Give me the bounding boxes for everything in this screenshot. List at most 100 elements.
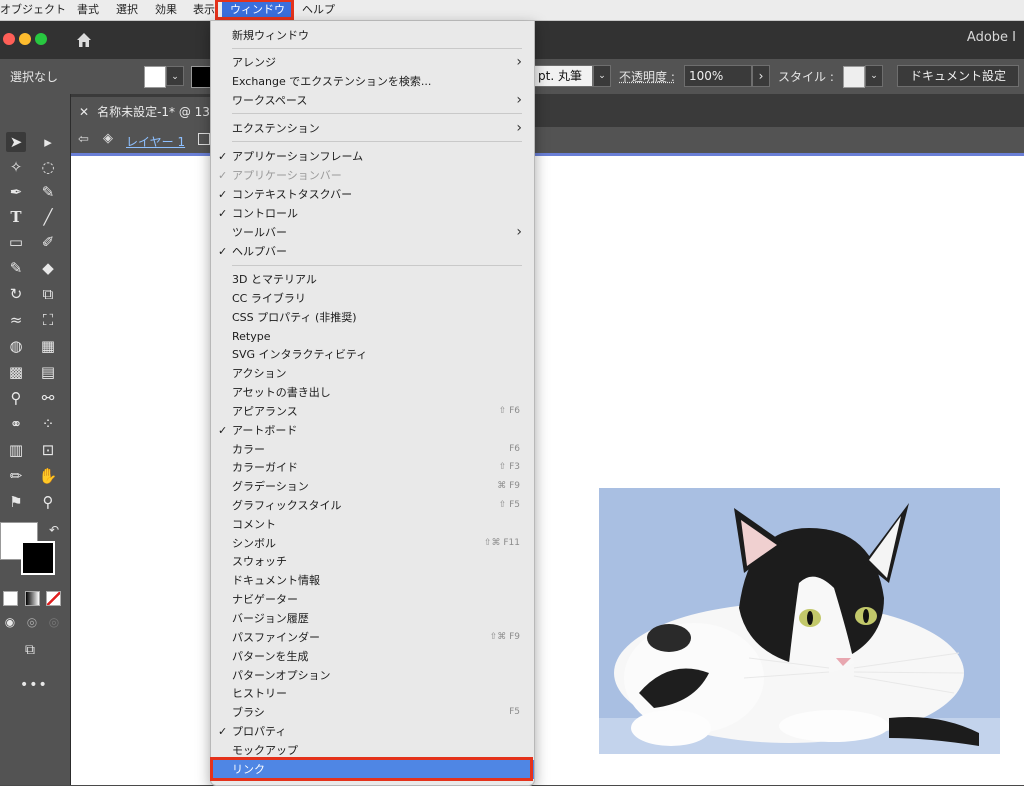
menu-item[interactable]: アセットの書き出し <box>211 383 534 402</box>
menu-item[interactable]: パスファインダー ⇧⌘ F9 <box>211 628 534 647</box>
menu-item[interactable]: アクション <box>211 364 534 383</box>
swap-fill-stroke-icon[interactable]: ↶ <box>44 520 64 540</box>
color-mode-icon[interactable] <box>3 591 18 606</box>
back-arrow-icon[interactable]: ⇦ <box>78 132 89 147</box>
menu-item[interactable]: ✓ プロパティ <box>211 722 534 741</box>
cat-photo[interactable] <box>599 488 1000 754</box>
free-transform-tool-icon[interactable]: ⛶ <box>38 310 58 330</box>
none-mode-icon[interactable] <box>46 591 61 606</box>
opacity-arrow-icon[interactable]: › <box>752 65 770 87</box>
menu-item[interactable]: カラー F6 <box>211 440 534 459</box>
shaper-tool-icon[interactable]: ✎ <box>6 258 26 278</box>
perspective-grid-tool-icon[interactable]: ▦ <box>38 336 58 356</box>
menu-item[interactable]: グラデーション ⌘ F9 <box>211 477 534 496</box>
rotate-tool-icon[interactable]: ↻ <box>6 284 26 304</box>
shape-builder-tool-icon[interactable]: ◍ <box>6 336 26 356</box>
measure-tool-icon[interactable]: ⚯ <box>38 388 58 408</box>
menu-help[interactable]: ヘルプ <box>302 0 335 20</box>
menu-item[interactable]: ✓ ヘルプバー <box>211 242 534 261</box>
blend-tool-icon[interactable]: ⚭ <box>6 414 26 434</box>
pen-tool-icon[interactable]: ✒ <box>6 182 26 202</box>
screen-mode-icon[interactable]: ⧉ <box>20 640 40 660</box>
eraser-tool-icon[interactable]: ◆ <box>38 258 58 278</box>
zoom-tool-icon[interactable]: ⚲ <box>38 492 58 512</box>
menu-object[interactable]: オブジェクト <box>0 0 66 20</box>
menu-item[interactable]: 新規ウィンドウ <box>211 26 534 45</box>
menu-item[interactable]: エクステンション › <box>211 119 534 138</box>
close-window-button[interactable] <box>3 33 15 45</box>
menu-item[interactable]: ✓ アートボード <box>211 421 534 440</box>
menu-type[interactable]: 書式 <box>77 0 99 20</box>
zoom-window-button[interactable] <box>35 33 47 45</box>
gradient-tool-icon[interactable]: ▤ <box>38 362 58 382</box>
lasso-tool-icon[interactable]: ◌ <box>38 157 58 177</box>
paintbrush-tool-icon[interactable]: ✐ <box>38 232 58 252</box>
menu-item[interactable]: ツールバー › <box>211 223 534 242</box>
close-tab-icon[interactable]: ✕ <box>79 105 89 119</box>
artboard-tool-icon[interactable]: ⊡ <box>38 440 58 460</box>
fill-dropdown-chevron-icon[interactable]: ⌄ <box>166 66 184 86</box>
menu-item[interactable]: スウォッチ <box>211 552 534 571</box>
magic-wand-tool-icon[interactable]: ✧ <box>6 157 26 177</box>
brush-dropdown-chevron-icon[interactable]: ⌄ <box>593 65 611 87</box>
rectangle-tool-icon[interactable]: ▭ <box>6 232 26 252</box>
graph-tool-icon[interactable]: ▥ <box>6 440 26 460</box>
brush-definition-field[interactable]: pt. 丸筆 <box>533 65 593 87</box>
menu-item[interactable]: パターンオプション <box>211 666 534 685</box>
menu-item[interactable]: カラーガイド ⇧ F3 <box>211 458 534 477</box>
draw-inside-icon[interactable]: ◎ <box>44 612 64 632</box>
menu-item[interactable]: バージョン履歴 <box>211 609 534 628</box>
menu-item[interactable]: シンボル ⇧⌘ F11 <box>211 534 534 553</box>
menu-item[interactable]: Retype <box>211 327 534 346</box>
minimize-window-button[interactable] <box>19 33 31 45</box>
layer-name-link[interactable]: レイヤー 1 <box>126 133 185 150</box>
menu-item[interactable]: ✓ コントロール <box>211 204 534 223</box>
hand-tool-icon[interactable]: ✋ <box>38 466 58 486</box>
menu-item[interactable]: SVG インタラクティビティ <box>211 345 534 364</box>
menu-item[interactable]: パターンを生成 <box>211 647 534 666</box>
menu-item[interactable]: ✓ コンテキストタスクバー <box>211 185 534 204</box>
stroke-color-box[interactable] <box>21 541 55 575</box>
direct-selection-tool-icon[interactable]: ▸ <box>38 132 58 152</box>
eyedropper-tool-icon[interactable]: ⚲ <box>6 388 26 408</box>
mesh-tool-icon[interactable]: ▩ <box>6 362 26 382</box>
menu-item[interactable]: ドキュメント情報 <box>211 571 534 590</box>
menu-item[interactable]: ✓ アプリケーションフレーム <box>211 147 534 166</box>
symbol-sprayer-tool-icon[interactable]: ⁘ <box>38 414 58 434</box>
menu-item[interactable]: 3D とマテリアル <box>211 270 534 289</box>
opacity-label[interactable]: 不透明度 : <box>619 68 675 85</box>
scale-tool-icon[interactable]: ⧉ <box>38 284 58 304</box>
curvature-tool-icon[interactable]: ✎ <box>38 182 58 202</box>
menu-item[interactable]: アレンジ › <box>211 53 534 72</box>
menu-item[interactable]: コメント <box>211 515 534 534</box>
menu-item[interactable]: ワークスペース › <box>211 91 534 110</box>
line-tool-icon[interactable]: ╱ <box>38 207 58 227</box>
width-tool-icon[interactable]: ≈ <box>6 310 26 330</box>
menu-item[interactable]: ナビゲーター <box>211 590 534 609</box>
gradient-mode-icon[interactable] <box>25 591 40 606</box>
draw-normal-icon[interactable]: ◉ <box>0 612 20 632</box>
home-icon[interactable] <box>74 30 94 50</box>
style-dropdown-chevron-icon[interactable]: ⌄ <box>865 65 883 87</box>
menu-select[interactable]: 選択 <box>116 0 138 20</box>
menu-item[interactable]: ヒストリー <box>211 684 534 703</box>
menu-item[interactable]: アピアランス ⇧ F6 <box>211 402 534 421</box>
menu-item[interactable]: Exchange でエクステンションを検索... <box>211 72 534 91</box>
document-settings-button[interactable]: ドキュメント設定 <box>897 65 1019 87</box>
selection-tool-icon[interactable]: ➤ <box>6 132 26 152</box>
slice-tool-icon[interactable]: ✏ <box>6 466 26 486</box>
opacity-input[interactable]: 100% <box>684 65 752 87</box>
menu-item[interactable]: ブラシ F5 <box>211 703 534 722</box>
draw-behind-icon[interactable]: ◎ <box>22 612 42 632</box>
type-tool-icon[interactable]: T <box>6 207 26 227</box>
print-tiling-tool-icon[interactable]: ⚑ <box>6 492 26 512</box>
menu-view[interactable]: 表示 <box>193 0 215 20</box>
document-tab[interactable]: ✕ 名称未設定-1* @ 137 <box>71 97 221 127</box>
menu-item[interactable]: CC ライブラリ <box>211 289 534 308</box>
menu-item[interactable]: グラフィックスタイル ⇧ F5 <box>211 496 534 515</box>
menu-item[interactable]: CSS プロパティ (非推奨) <box>211 308 534 327</box>
fill-swatch[interactable] <box>144 66 166 88</box>
edit-toolbar-icon[interactable]: ••• <box>20 675 47 695</box>
menu-effect[interactable]: 効果 <box>155 0 177 20</box>
style-swatch[interactable] <box>843 66 865 88</box>
